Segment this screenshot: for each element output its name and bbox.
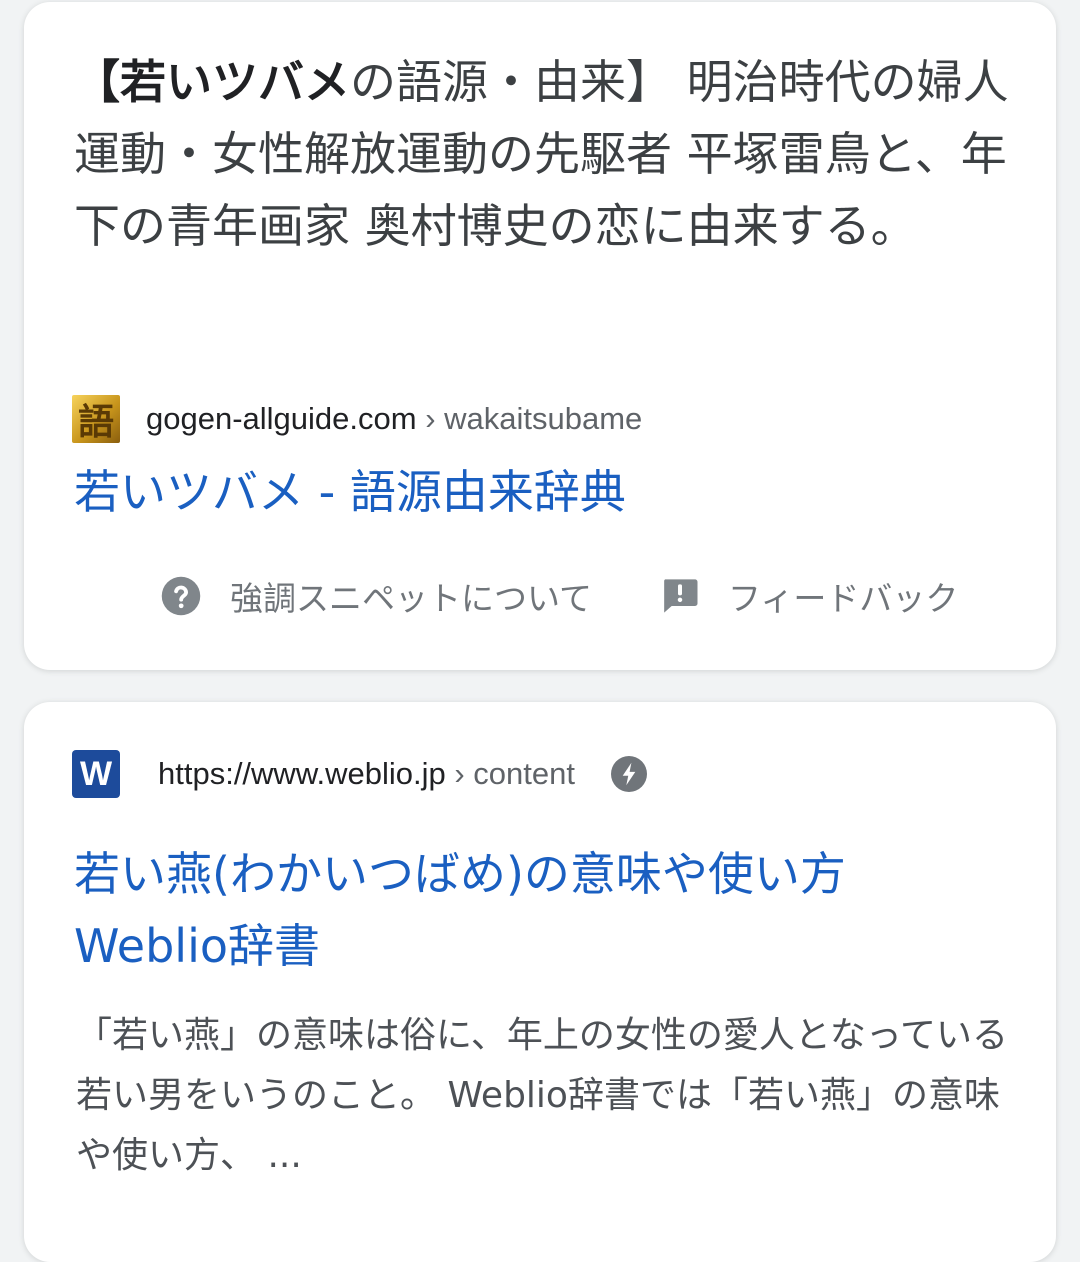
featured-site-url[interactable]: gogen-allguide.com › wakaitsubame: [146, 401, 642, 437]
weblio-result-title-link[interactable]: 若い燕(わかいつばめ)の意味や使い方 Weblio辞書: [74, 838, 1014, 982]
weblio-result-card: W https://www.weblio.jp › content 若い燕(わか…: [24, 702, 1056, 1262]
about-featured-snippets-label: 強調スニペットについて: [230, 579, 593, 618]
featured-footer: 強調スニペットについて フィードバック: [160, 572, 958, 620]
weblio-site-url[interactable]: https://www.weblio.jp › content: [158, 756, 575, 792]
weblio-result-description: 「若い燕」の意味は俗に、年上の女性の愛人となっている若い男をいうのこと。 Web…: [76, 1015, 1009, 1176]
about-featured-snippets-button[interactable]: 強調スニペットについて: [160, 572, 592, 620]
amp-lightning-icon: [610, 756, 647, 792]
featured-snippet-text: 【若いツバメの語源・由来】 明治時代の婦人運動・女性解放運動の先駆者 平塚雷鳥と…: [74, 46, 1014, 262]
featured-snippet-card: 【若いツバメの語源・由来】 明治時代の婦人運動・女性解放運動の先駆者 平塚雷鳥と…: [24, 2, 1056, 670]
featured-site-domain: gogen-allguide.com: [146, 401, 417, 436]
feedback-label: フィードバック: [728, 579, 959, 618]
weblio-site-path: › content: [445, 756, 575, 791]
help-circle-icon: [161, 576, 201, 616]
feedback-icon: [664, 579, 698, 613]
weblio-favicon-icon: W: [72, 750, 120, 798]
weblio-source-row[interactable]: W https://www.weblio.jp › content: [72, 750, 647, 798]
featured-result-title-link[interactable]: 若いツバメ - 語源由来辞典: [74, 456, 1014, 528]
featured-site-path: › wakaitsubame: [416, 401, 643, 436]
feedback-button[interactable]: フィードバック: [660, 572, 958, 620]
weblio-site-domain: https://www.weblio.jp: [158, 756, 446, 791]
snippet-bold-text: 【若いツバメ: [74, 55, 350, 109]
featured-source-row[interactable]: 語 gogen-allguide.com › wakaitsubame: [72, 395, 642, 443]
gogen-favicon-icon: 語: [72, 395, 120, 443]
